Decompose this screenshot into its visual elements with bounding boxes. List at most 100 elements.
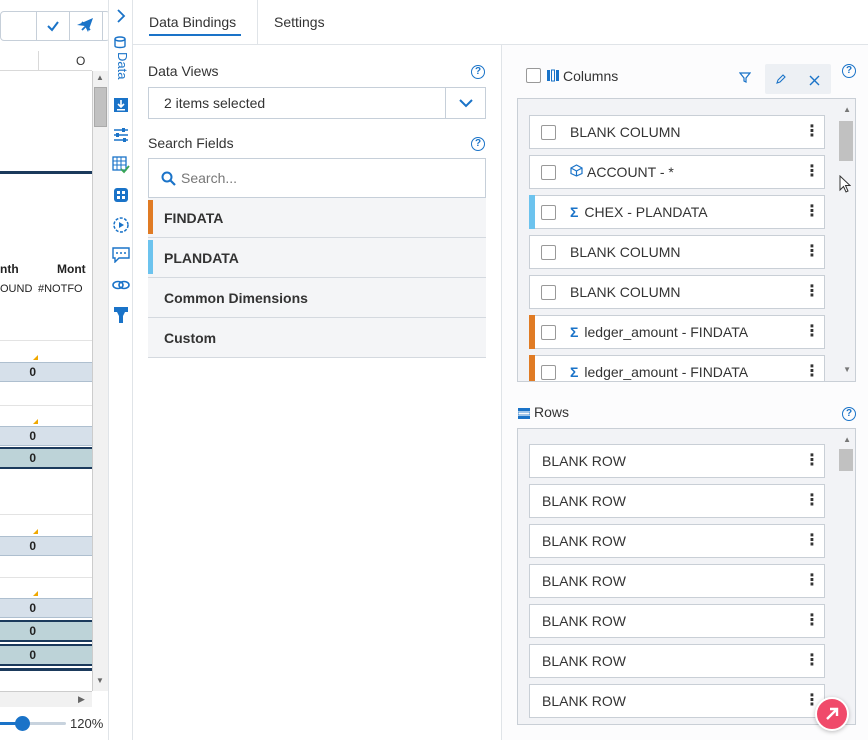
column-label-wrap: BLANK COLUMN [570, 124, 680, 140]
filter-funnel-icon[interactable] [738, 70, 752, 88]
tab-settings[interactable]: Settings [258, 0, 341, 45]
field-group-row[interactable]: Custom [148, 318, 486, 358]
column-label: ledger_amount - FINDATA [584, 324, 749, 340]
sheet-cell[interactable]: 0 [0, 644, 92, 666]
help-chat-button[interactable] [815, 697, 849, 731]
row-item[interactable]: BLANK ROW ⋮ [529, 604, 825, 638]
send-icon [76, 17, 94, 38]
kebab-menu-icon[interactable]: ⋮ [804, 693, 820, 709]
column-label: ACCOUNT - * [587, 164, 674, 180]
header-month-2: Mont [57, 262, 86, 276]
sheet-horizontal-scrollbar[interactable]: ▶ [0, 691, 92, 707]
columns-scrollbar[interactable]: ▲ ▼ [839, 99, 855, 381]
comment-icon[interactable] [112, 246, 130, 264]
data-tab-label[interactable]: Data [112, 52, 130, 88]
cube-icon [570, 164, 583, 180]
column-item[interactable]: ACCOUNT - * ⋮ [529, 155, 825, 189]
column-color-stripe [529, 355, 535, 381]
confirm-button[interactable] [36, 11, 70, 41]
kebab-menu-icon[interactable]: ⋮ [804, 324, 820, 340]
kebab-menu-icon[interactable]: ⋮ [804, 573, 820, 589]
toolbar-left-button[interactable] [0, 11, 37, 41]
sheet-cell[interactable]: 0 [0, 598, 92, 618]
sheet-cell[interactable]: 0 [0, 447, 92, 469]
kebab-menu-icon[interactable]: ⋮ [804, 493, 820, 509]
tab-data-bindings[interactable]: Data Bindings [133, 0, 258, 45]
grid-icon[interactable] [112, 186, 130, 204]
link-icon[interactable] [112, 276, 130, 294]
kebab-menu-icon[interactable]: ⋮ [804, 364, 820, 380]
sliders-icon[interactable] [112, 126, 130, 144]
column-item[interactable]: Σ CHEX - PLANDATA ⋮ [529, 195, 825, 229]
column-item[interactable]: Σledger_amount - FINDATA ⋮ [529, 315, 825, 349]
kebab-menu-icon[interactable]: ⋮ [804, 164, 820, 180]
database-icon[interactable] [112, 34, 130, 52]
sheet-cell[interactable]: 0 [0, 426, 92, 446]
kebab-menu-icon[interactable]: ⋮ [804, 124, 820, 140]
row-label: BLANK ROW [542, 653, 627, 669]
rows-list: ▲ BLANK ROW ⋮ BLANK ROW ⋮ BLANK ROW ⋮ BLANK RO… [517, 428, 856, 725]
tab-label: Data Bindings [149, 14, 237, 30]
search-fields-label: Search Fields [148, 135, 234, 151]
kebab-menu-icon[interactable]: ⋮ [804, 653, 820, 669]
column-item[interactable]: Σledger_amount - FINDATA ⋮ [529, 355, 825, 381]
column-checkbox[interactable] [541, 285, 556, 300]
kebab-menu-icon[interactable]: ⋮ [804, 204, 820, 220]
sigma-icon: Σ [570, 324, 579, 340]
column-label: BLANK COLUMN [570, 244, 681, 260]
field-group-label: Custom [164, 330, 217, 346]
column-checkbox[interactable] [541, 125, 556, 140]
kebab-menu-icon[interactable]: ⋮ [804, 284, 820, 300]
chevron-right-icon[interactable] [112, 7, 130, 25]
column-item[interactable]: BLANK COLUMN ⋮ [529, 275, 825, 309]
row-item[interactable]: BLANK ROW ⋮ [529, 684, 825, 718]
import-icon[interactable] [112, 96, 130, 114]
kebab-menu-icon[interactable]: ⋮ [804, 244, 820, 260]
column-label: BLANK COLUMN [570, 124, 681, 140]
zoom-slider-handle[interactable] [14, 716, 30, 731]
rows-scrollbar[interactable]: ▲ [839, 429, 855, 724]
column-checkbox[interactable] [541, 325, 556, 340]
edit-icon[interactable] [775, 72, 787, 90]
help-icon[interactable]: ? [471, 65, 485, 79]
column-item[interactable]: BLANK COLUMN ⋮ [529, 235, 825, 269]
row-item[interactable]: BLANK ROW ⋮ [529, 484, 825, 518]
columns-list: ▲ ▼ BLANK COLUMN ⋮ ACCOUNT - * ⋮ Σ CHEX - PLA… [517, 98, 856, 382]
kebab-menu-icon[interactable]: ⋮ [804, 453, 820, 469]
gear-play-icon[interactable] [112, 216, 130, 234]
field-group-row[interactable]: Common Dimensions [148, 278, 486, 318]
columns-select-all-checkbox[interactable] [526, 68, 541, 83]
help-icon[interactable]: ? [842, 64, 856, 78]
data-views-dropdown[interactable]: 2 items selected [148, 87, 486, 119]
column-checkbox[interactable] [541, 365, 556, 380]
column-checkbox[interactable] [541, 165, 556, 180]
column-checkbox[interactable] [541, 245, 556, 260]
field-group-row[interactable]: FINDATA [148, 198, 486, 238]
column-header-row: O [0, 51, 92, 71]
row-label: BLANK ROW [542, 693, 627, 709]
close-icon[interactable] [809, 73, 820, 91]
column-checkbox[interactable] [541, 205, 556, 220]
help-icon[interactable]: ? [471, 137, 485, 151]
row-item[interactable]: BLANK ROW ⋮ [529, 524, 825, 558]
chevron-down-icon[interactable] [445, 88, 485, 118]
kebab-menu-icon[interactable]: ⋮ [804, 533, 820, 549]
column-label-wrap: Σledger_amount - FINDATA [570, 364, 748, 380]
column-label: CHEX - PLANDATA [584, 204, 708, 220]
kebab-menu-icon[interactable]: ⋮ [804, 613, 820, 629]
mouse-cursor [839, 174, 852, 198]
field-group-row[interactable]: PLANDATA [148, 238, 486, 278]
sheet-cell[interactable]: 0 [0, 362, 92, 382]
search-input[interactable] [181, 168, 471, 188]
filter-icon[interactable] [112, 306, 130, 324]
sheet-vertical-scrollbar[interactable]: ▲ ▼ [92, 71, 108, 691]
grid-check-icon[interactable] [112, 156, 130, 174]
row-item[interactable]: BLANK ROW ⋮ [529, 444, 825, 478]
row-item[interactable]: BLANK ROW ⋮ [529, 564, 825, 598]
help-icon[interactable]: ? [842, 407, 856, 421]
column-label-wrap: ACCOUNT - * [570, 164, 674, 180]
sheet-cell[interactable]: 0 [0, 620, 92, 642]
column-item[interactable]: BLANK COLUMN ⋮ [529, 115, 825, 149]
row-item[interactable]: BLANK ROW ⋮ [529, 644, 825, 678]
sheet-cell[interactable]: 0 [0, 536, 92, 556]
